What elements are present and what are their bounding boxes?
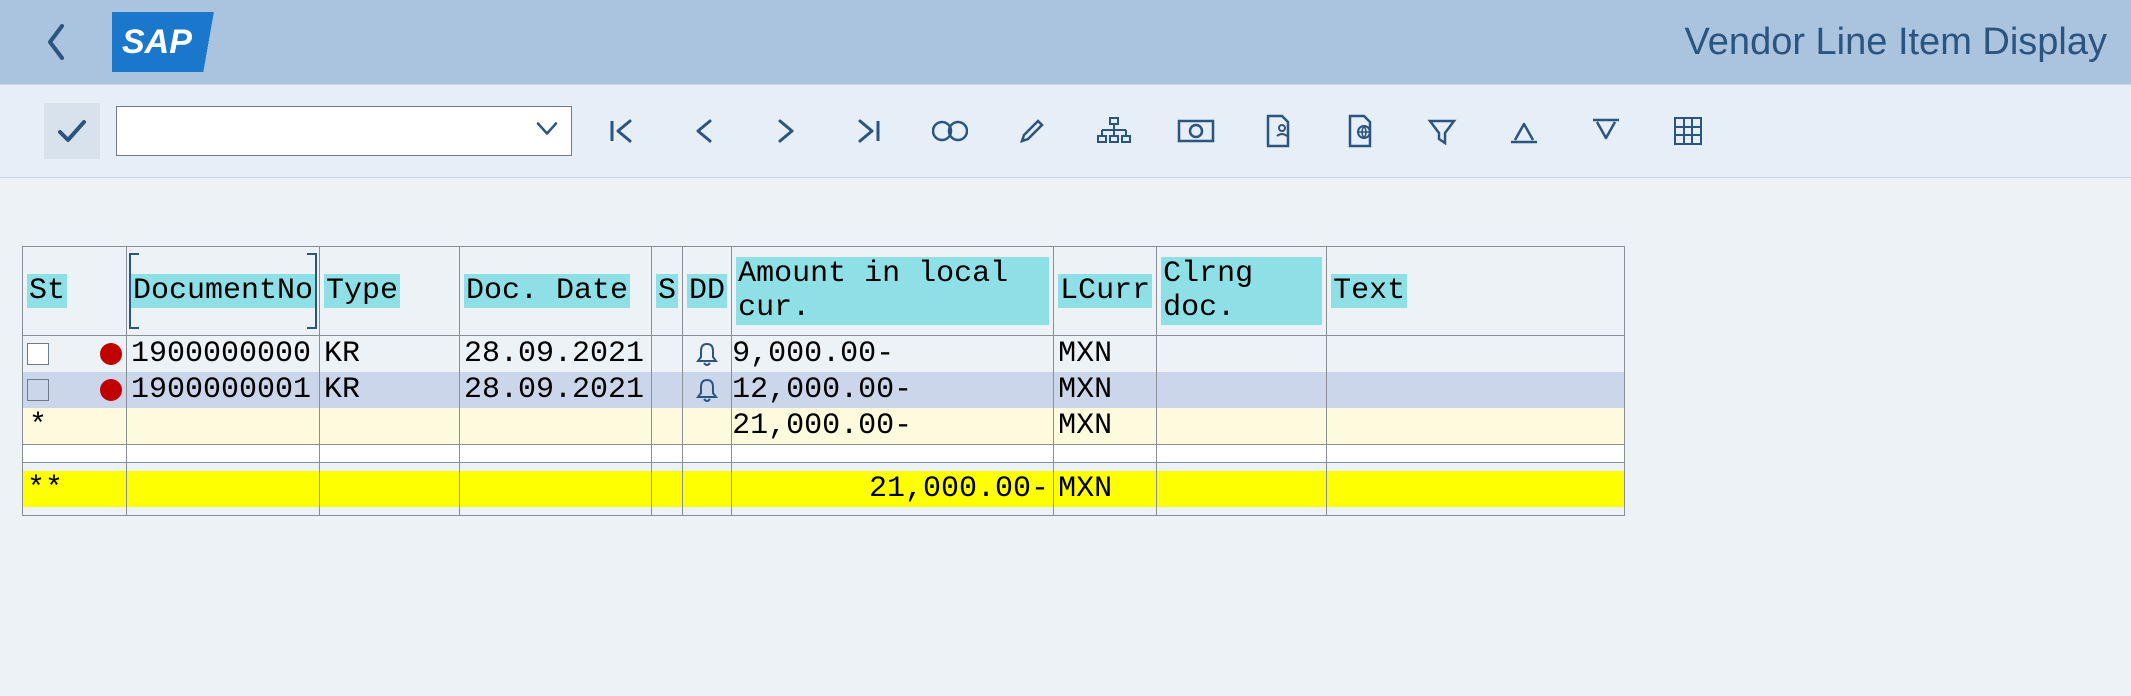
first-page-icon[interactable]: [602, 111, 642, 151]
sort-asc-icon[interactable]: [1504, 111, 1544, 151]
cell-text: [1327, 372, 1625, 408]
grandtotal-marker: **: [23, 471, 126, 507]
col-document-no[interactable]: DocumentNo: [127, 247, 320, 336]
layout-combobox[interactable]: [116, 106, 572, 156]
status-open-icon: [100, 379, 122, 401]
cell-s: [652, 372, 683, 408]
cell-date: 28.09.2021: [460, 372, 652, 408]
currency-icon[interactable]: [1176, 111, 1216, 151]
logo-text: SAP: [122, 23, 192, 62]
status-open-icon: [100, 343, 122, 365]
content-area: St DocumentNo Type Doc. Date S DD Amount…: [0, 178, 2131, 516]
grandtotal-row: ** 21,000.00- MXN: [23, 463, 1625, 516]
cell-clrng: [1157, 336, 1327, 373]
cell-docno[interactable]: 1900000001: [127, 372, 320, 408]
cell-type: KR: [320, 336, 460, 373]
cell-clrng: [1157, 372, 1327, 408]
cell-lcurr: MXN: [1054, 372, 1157, 408]
cell-dd[interactable]: [683, 372, 732, 408]
app-header: SAP Vendor Line Item Display: [0, 0, 2131, 84]
user-doc-icon[interactable]: [1258, 111, 1298, 151]
toolbar-icons: [602, 111, 1708, 151]
col-amount[interactable]: Amount in local cur.: [732, 247, 1054, 336]
spacer-row: [23, 445, 1625, 463]
col-status[interactable]: St: [23, 247, 127, 336]
table-row[interactable]: 1900000001 KR 28.09.2021 12,000.00- MXN: [23, 372, 1625, 408]
row-checkbox[interactable]: [27, 343, 49, 365]
cell-date: 28.09.2021: [460, 336, 652, 373]
edit-icon[interactable]: [1012, 111, 1052, 151]
sap-logo: SAP: [112, 12, 232, 72]
last-page-icon[interactable]: [848, 111, 888, 151]
toolbar: [0, 84, 2131, 178]
confirm-button[interactable]: [44, 103, 100, 159]
cell-s: [652, 336, 683, 373]
subtotal-row: * 21,000.00- MXN: [23, 408, 1625, 445]
grandtotal-amount: 21,000.00-: [732, 471, 1053, 507]
row-checkbox[interactable]: [27, 379, 49, 401]
line-item-table: St DocumentNo Type Doc. Date S DD Amount…: [22, 246, 1625, 516]
cell-amount: 12,000.00-: [732, 372, 1054, 408]
table-row[interactable]: 1900000000 KR 28.09.2021 9,000.00- MXN: [23, 336, 1625, 373]
hierarchy-icon[interactable]: [1094, 111, 1134, 151]
grid-icon[interactable]: [1668, 111, 1708, 151]
back-button[interactable]: [28, 14, 84, 70]
page-title: Vendor Line Item Display: [1685, 21, 2107, 64]
cell-amount: 9,000.00-: [732, 336, 1054, 373]
globe-doc-icon[interactable]: [1340, 111, 1380, 151]
col-clrng-doc[interactable]: Clrng doc.: [1157, 247, 1327, 336]
next-page-icon[interactable]: [766, 111, 806, 151]
prev-page-icon[interactable]: [684, 111, 724, 151]
cell-text: [1327, 336, 1625, 373]
table-header-row: St DocumentNo Type Doc. Date S DD Amount…: [23, 247, 1625, 336]
subtotal-amount: 21,000.00-: [732, 408, 1054, 445]
col-type[interactable]: Type: [320, 247, 460, 336]
col-text[interactable]: Text: [1327, 247, 1625, 336]
layout-input[interactable]: [116, 106, 572, 156]
cell-dd[interactable]: [683, 336, 732, 373]
cell-docno[interactable]: 1900000000: [127, 336, 320, 373]
subtotal-lcurr: MXN: [1054, 408, 1157, 445]
cell-lcurr: MXN: [1054, 336, 1157, 373]
bell-icon: [683, 336, 731, 372]
bell-icon: [683, 372, 731, 408]
cell-type: KR: [320, 372, 460, 408]
display-icon[interactable]: [930, 111, 970, 151]
col-dd[interactable]: DD: [683, 247, 732, 336]
filter-icon[interactable]: [1422, 111, 1462, 151]
subtotal-marker: *: [23, 408, 127, 445]
sort-desc-icon[interactable]: [1586, 111, 1626, 151]
col-lcurr[interactable]: LCurr: [1054, 247, 1157, 336]
col-s[interactable]: S: [652, 247, 683, 336]
grandtotal-lcurr: MXN: [1054, 471, 1156, 507]
col-doc-date[interactable]: Doc. Date: [460, 247, 652, 336]
